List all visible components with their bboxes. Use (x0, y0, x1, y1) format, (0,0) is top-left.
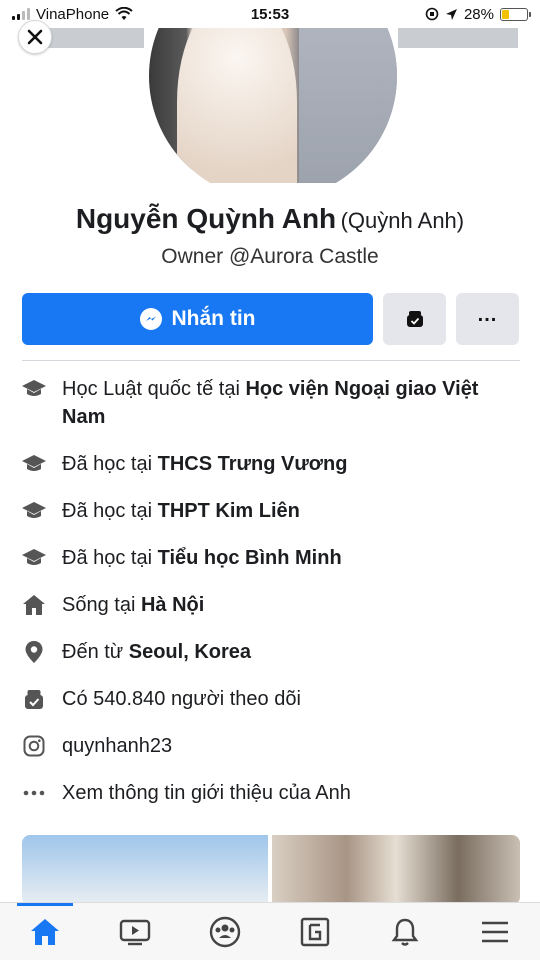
nav-menu[interactable] (465, 904, 525, 960)
messenger-icon (139, 308, 162, 330)
more-icon: ... (477, 304, 498, 326)
intro-text-bold[interactable]: Seoul, Korea (129, 641, 251, 663)
intro-text-bold[interactable]: THCS Trưng Vương (158, 453, 348, 475)
avatar-photo-bride (177, 28, 297, 183)
photo-thumbnail[interactable] (22, 835, 268, 905)
see-about-info-link[interactable]: Xem thông tin giới thiệu của Anh (62, 779, 351, 807)
home-icon (20, 591, 48, 619)
avatar-container (0, 28, 540, 183)
followers-icon (20, 685, 48, 713)
intro-item-from: Đến từ Seoul, Korea (20, 638, 520, 666)
profile-name-line: Nguyễn Quỳnh Anh (Quỳnh Anh) (0, 203, 540, 235)
profile-name: Nguyễn Quỳnh Anh (75, 203, 337, 234)
intro-item-followers: Có 540.840 người theo dõi (20, 685, 520, 713)
video-icon (119, 919, 151, 945)
follow-icon (406, 311, 423, 327)
nav-gaming[interactable] (285, 904, 345, 960)
intro-text-prefix: Đã học tại (62, 453, 158, 475)
intro-item-text: Đã học tại THPT Kim Liên (62, 497, 300, 525)
battery-percent: 28% (463, 5, 494, 23)
nav-home[interactable] (15, 902, 75, 960)
follow-button[interactable] (383, 293, 446, 345)
status-right: 28% (425, 5, 531, 23)
intro-text-prefix: Đến từ (62, 641, 129, 663)
intro-text-prefix: Đã học tại (62, 547, 158, 569)
orientation-lock-icon (425, 7, 439, 21)
bell-icon (391, 918, 419, 946)
intro-item-text: Đã học tại Tiểu học Bình Minh (62, 544, 342, 572)
avatar[interactable] (145, 28, 401, 183)
intro-item-text: Có 540.840 người theo dõi (62, 688, 301, 710)
intro-list: Học Luật quốc tế tại Học viện Ngoại giao… (20, 375, 520, 826)
profile-bio: Owner @Aurora Castle (161, 245, 379, 268)
bottom-navigation (0, 902, 540, 960)
intro-item-lives-in: Sống tại Hà Nội (20, 591, 520, 619)
close-icon (27, 29, 43, 45)
status-bar: VinaPhone 15:53 28% (0, 0, 540, 28)
graduation-cap-icon (20, 544, 48, 572)
graduation-cap-icon (20, 375, 48, 403)
intro-item-text: Đã học tại THCS Trưng Vương (62, 450, 347, 478)
more-options-button[interactable]: ... (456, 293, 519, 345)
intro-text-prefix: Đã học tại (62, 500, 158, 522)
more-horizontal-icon (20, 779, 48, 807)
divider (22, 360, 520, 361)
avatar-photo-groom (299, 28, 397, 183)
nav-notifications[interactable] (375, 904, 435, 960)
location-arrow-icon (445, 8, 457, 20)
message-button[interactable]: Nhắn tin (22, 293, 373, 345)
action-buttons: Nhắn tin ... (22, 293, 520, 345)
intro-item-instagram[interactable]: quynhanh23 (20, 732, 520, 760)
intro-item-text: Đến từ Seoul, Korea (62, 638, 251, 666)
intro-item-education: Đã học tại THCS Trưng Vương (20, 450, 520, 478)
signal-icon (12, 8, 30, 20)
intro-text-bold[interactable]: Tiểu học Bình Minh (158, 547, 342, 569)
location-pin-icon (20, 638, 48, 666)
home-icon (31, 918, 59, 945)
intro-item-education: Học Luật quốc tế tại Học viện Ngoại giao… (20, 375, 520, 431)
photos-preview (22, 835, 520, 905)
intro-text-prefix: Học Luật quốc tế tại (62, 378, 246, 400)
intro-text-bold[interactable]: THPT Kim Liên (158, 500, 300, 522)
intro-item-text: Học Luật quốc tế tại Học viện Ngoại giao… (62, 375, 520, 431)
instagram-icon (20, 732, 48, 760)
battery-icon (500, 7, 531, 21)
intro-text-prefix: Sống tại (62, 594, 141, 616)
menu-icon (482, 921, 508, 942)
nav-video[interactable] (105, 904, 165, 960)
intro-item-text: Sống tại Hà Nội (62, 591, 204, 619)
carrier-label: VinaPhone (36, 5, 110, 23)
intro-item-education: Đã học tại Tiểu học Bình Minh (20, 544, 520, 572)
nav-groups[interactable] (195, 904, 255, 960)
photo-thumbnail[interactable] (272, 835, 520, 905)
graduation-cap-icon (20, 450, 48, 478)
graduation-cap-icon (20, 497, 48, 525)
instagram-handle[interactable]: quynhanh23 (62, 732, 172, 760)
gaming-icon (300, 917, 330, 946)
close-button[interactable] (18, 20, 52, 54)
intro-item-education: Đã học tại THPT Kim Liên (20, 497, 520, 525)
battery-fill (502, 9, 509, 19)
intro-text-bold[interactable]: Hà Nội (141, 594, 204, 616)
wifi-icon (115, 7, 133, 20)
message-button-label: Nhắn tin (171, 307, 256, 330)
groups-icon (209, 916, 241, 947)
intro-item-see-more[interactable]: Xem thông tin giới thiệu của Anh (20, 779, 520, 807)
profile-alternate-name: (Quỳnh Anh) (340, 208, 465, 233)
